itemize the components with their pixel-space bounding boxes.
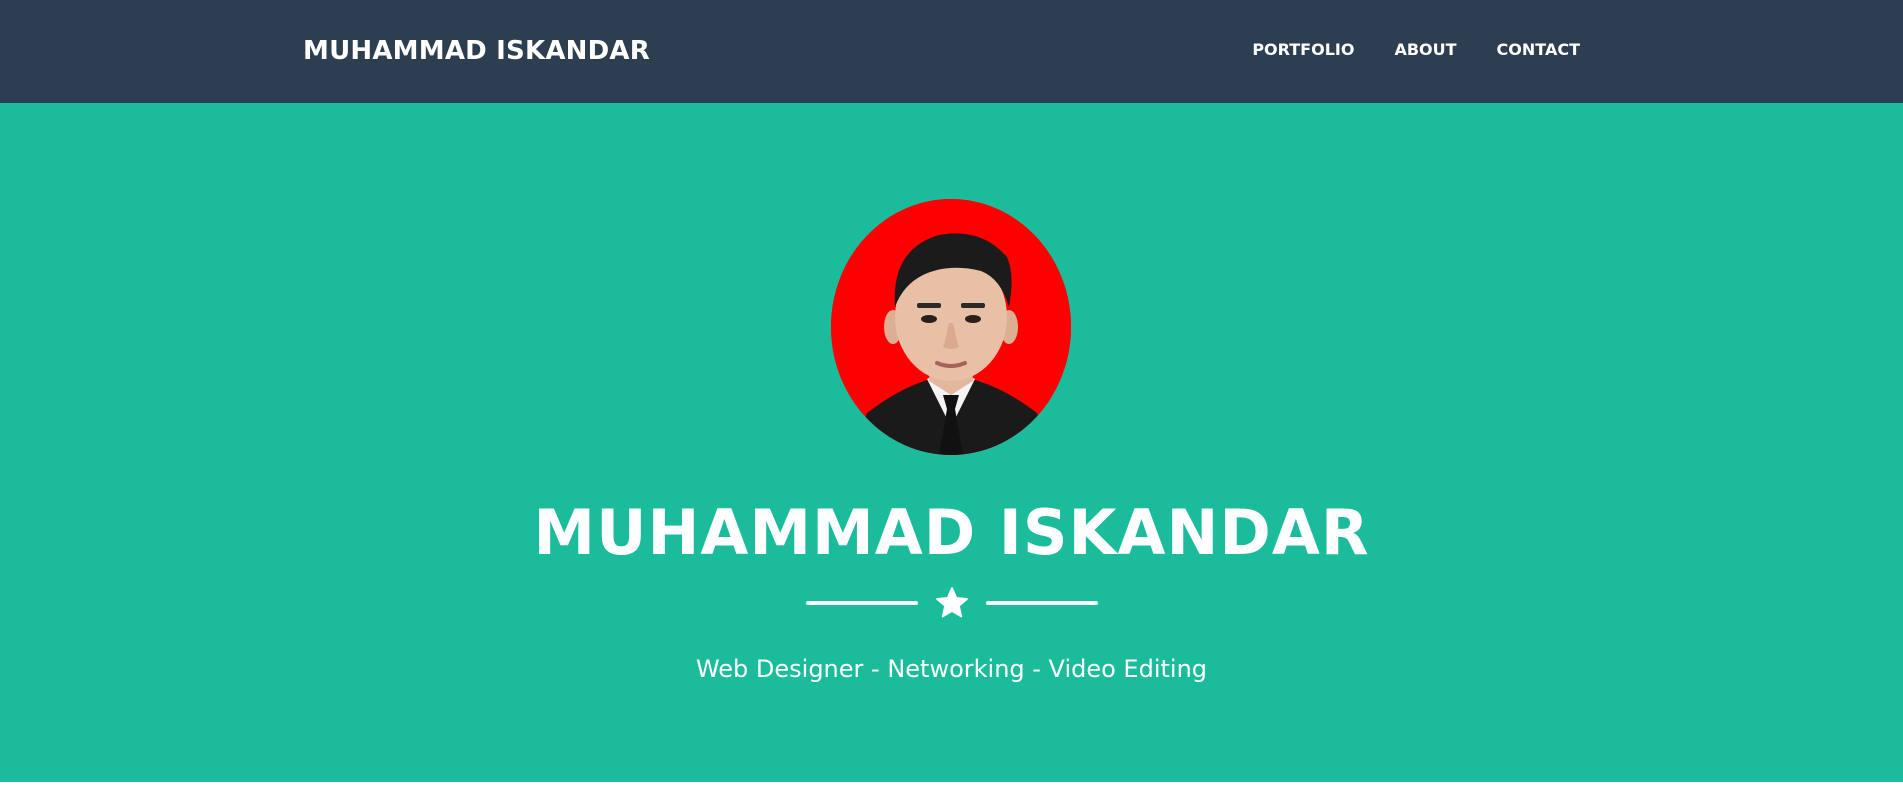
profile-photo-illustration xyxy=(831,199,1071,455)
hero-section: MUHAMMAD ISKANDAR Web Designer - Network… xyxy=(0,103,1903,782)
star-icon xyxy=(936,587,968,618)
divider-line-right xyxy=(986,601,1098,605)
nav-link-contact[interactable]: CONTACT xyxy=(1497,40,1580,60)
profile-photo xyxy=(831,199,1071,455)
top-navbar: MUHAMMAD ISKANDAR PORTFOLIO ABOUT CONTAC… xyxy=(0,0,1903,103)
nav-link-about[interactable]: ABOUT xyxy=(1394,40,1456,60)
nav-links: PORTFOLIO ABOUT CONTACT xyxy=(1252,40,1580,60)
hero-divider xyxy=(806,583,1098,623)
hero-subtitle: Web Designer - Networking - Video Editin… xyxy=(695,655,1208,683)
nav-link-portfolio[interactable]: PORTFOLIO xyxy=(1252,40,1354,60)
brand-link[interactable]: MUHAMMAD ISKANDAR xyxy=(303,35,650,67)
divider-line-left xyxy=(806,601,918,605)
hero-title: MUHAMMAD ISKANDAR xyxy=(533,496,1370,569)
